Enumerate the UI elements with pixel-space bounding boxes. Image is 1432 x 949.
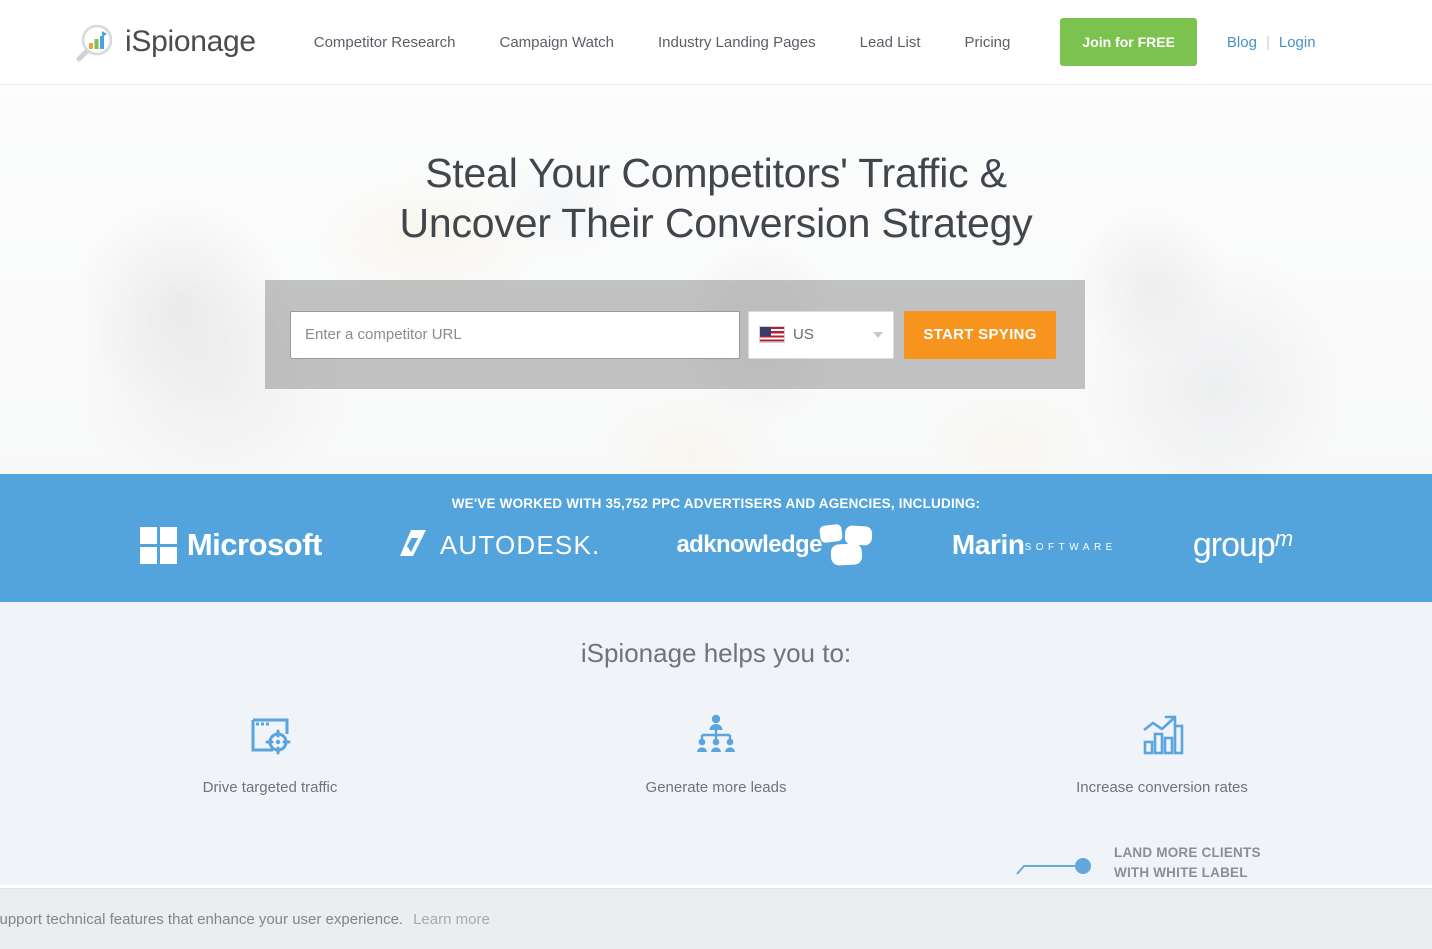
- competitor-url-input[interactable]: [290, 310, 740, 359]
- login-link[interactable]: Login: [1279, 34, 1316, 51]
- white-label-text: LAND MORE CLIENTS WITH WHITE LABEL: [1114, 843, 1261, 883]
- feature-drive-targeted-traffic: Drive targeted traffic: [158, 707, 383, 796]
- marin-software-logo: Marin SOFTWARE: [952, 531, 1117, 559]
- autodesk-logo: AUTODESK.: [398, 528, 601, 563]
- join-for-free-button[interactable]: Join for FREE: [1060, 18, 1197, 66]
- white-label-line-2: WITH WHITE LABEL: [1114, 865, 1248, 880]
- hero-content: Steal Your Competitors' Traffic & Uncove…: [0, 148, 1432, 248]
- nav-item-competitor-research[interactable]: Competitor Research: [314, 34, 456, 51]
- nav-item-lead-list[interactable]: Lead List: [860, 34, 921, 51]
- groupm-logo-text: groupm: [1192, 525, 1293, 564]
- white-label-promo[interactable]: LAND MORE CLIENTS WITH WHITE LABEL: [1014, 843, 1261, 883]
- hero-section: Steal Your Competitors' Traffic & Uncove…: [0, 85, 1432, 474]
- browser-target-icon: [158, 707, 383, 763]
- groupm-logo: groupm: [1192, 525, 1293, 565]
- cookie-learn-more-link[interactable]: Learn more: [413, 911, 490, 928]
- feature-increase-conversion-rates: Increase conversion rates: [1050, 707, 1275, 796]
- feature-label: Drive targeted traffic: [202, 779, 338, 796]
- nav-item-pricing[interactable]: Pricing: [965, 34, 1011, 51]
- partners-band: WE'VE WORKED WITH 35,752 PPC ADVERTISERS…: [0, 474, 1432, 602]
- hero-title-line-1: Steal Your Competitors' Traffic &: [425, 150, 1007, 196]
- us-flag-icon: [759, 326, 785, 343]
- marin-logo-subtext: SOFTWARE: [1024, 541, 1117, 553]
- partners-title: WE'VE WORKED WITH 35,752 PPC ADVERTISERS…: [451, 496, 981, 511]
- cookie-consent-bar: support technical features that enhance …: [0, 888, 1432, 949]
- blog-link[interactable]: Blog: [1227, 34, 1257, 51]
- features-title: iSpionage helps you to:: [580, 638, 852, 668]
- chevron-down-icon: [873, 331, 883, 338]
- main-nav: Competitor Research Campaign Watch Indus…: [292, 34, 1033, 51]
- competitor-search-panel: US START SPYING: [265, 280, 1085, 389]
- auth-separator: |: [1265, 33, 1270, 51]
- microsoft-logo-text: Microsoft: [186, 527, 323, 562]
- feature-generate-more-leads: Generate more leads: [604, 707, 829, 796]
- groupm-logo-superscript: m: [1274, 525, 1293, 551]
- partners-logo-row: Microsoft AUTODESK. adknowledge Marin SO…: [0, 523, 1432, 566]
- feature-label: Increase conversion rates: [1076, 779, 1248, 796]
- country-select-value: US: [793, 326, 814, 343]
- country-select[interactable]: US: [748, 310, 894, 359]
- magnifier-chart-logo-icon: [75, 21, 117, 63]
- brand-logo[interactable]: iSpionage: [75, 21, 256, 63]
- bar-chart-arrow-icon: [1050, 707, 1275, 763]
- page-root: iSpionage Competitor Research Campaign W…: [0, 0, 1432, 949]
- site-header: iSpionage Competitor Research Campaign W…: [0, 0, 1432, 85]
- microsoft-squares-icon: [139, 526, 177, 564]
- feature-label: Generate more leads: [645, 779, 787, 796]
- features-row: Drive targeted traffic Generate more lea…: [0, 707, 1432, 796]
- autodesk-mark-icon: [398, 528, 432, 563]
- hero-title-line-2: Uncover Their Conversion Strategy: [399, 200, 1033, 246]
- adknowledge-logo: adknowledge: [676, 523, 876, 566]
- autodesk-logo-text: AUTODESK.: [439, 529, 601, 560]
- adknowledge-blobs-icon: [818, 523, 876, 566]
- adknowledge-logo-text: adknowledge: [676, 531, 822, 558]
- start-spying-button[interactable]: START SPYING: [904, 310, 1056, 359]
- marin-logo-text: Marin: [951, 529, 1025, 560]
- brand-name: iSpionage: [125, 25, 256, 58]
- white-label-line-1: LAND MORE CLIENTS: [1114, 845, 1261, 860]
- hero-title: Steal Your Competitors' Traffic & Uncove…: [0, 148, 1432, 248]
- trend-line-dot-icon: [1014, 848, 1100, 878]
- microsoft-logo: Microsoft: [139, 526, 323, 564]
- cookie-consent-text: support technical features that enhance …: [0, 910, 404, 928]
- auth-links: Blog | Login: [1227, 34, 1316, 51]
- nav-item-industry-landing-pages[interactable]: Industry Landing Pages: [658, 34, 816, 51]
- org-chart-people-icon: [604, 707, 829, 763]
- nav-item-campaign-watch[interactable]: Campaign Watch: [499, 34, 614, 51]
